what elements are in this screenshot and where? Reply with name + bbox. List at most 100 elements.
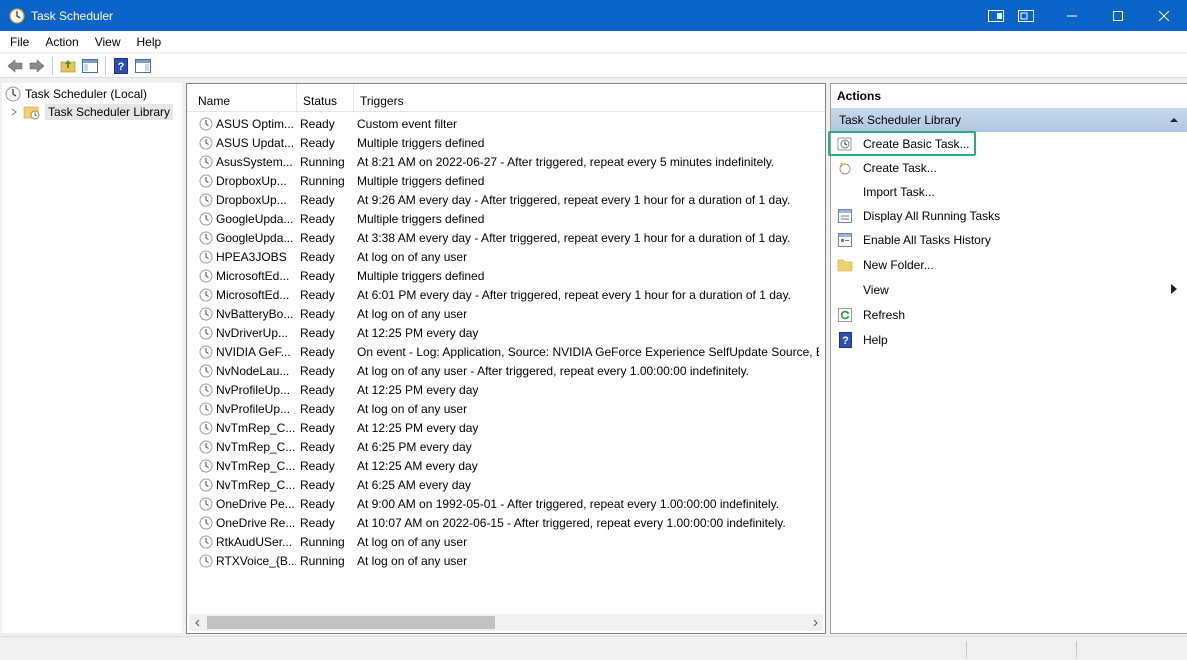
action-display-running-tasks[interactable]: Display All Running Tasks xyxy=(831,205,1187,227)
task-name: NvNodeLau... xyxy=(216,363,290,378)
minimize-button[interactable] xyxy=(1049,0,1095,31)
toolbar: ? xyxy=(0,54,1187,78)
action-enable-tasks-history[interactable]: Enable All Tasks History xyxy=(831,229,1187,251)
table-row[interactable]: NvTmRep_C... Ready At 12:25 AM every day xyxy=(187,456,819,475)
task-clock-icon xyxy=(199,421,213,434)
tree-root-label: Task Scheduler (Local) xyxy=(25,87,148,101)
table-row[interactable]: NvDriverUp... Ready At 12:25 PM every day xyxy=(187,323,819,342)
table-row[interactable]: OneDrive Pe... Ready At 9:00 AM on 1992-05… xyxy=(187,494,819,513)
table-row[interactable]: NVIDIA GeF... Ready On event - Log: Applic… xyxy=(187,342,819,361)
up-folder-icon[interactable] xyxy=(57,56,79,76)
task-status: Ready xyxy=(300,477,335,492)
back-arrow-icon[interactable] xyxy=(4,56,26,76)
menu-action[interactable]: Action xyxy=(37,31,86,53)
table-row[interactable]: NvTmRep_C... Ready At 6:25 AM every day xyxy=(187,475,819,494)
column-header-name[interactable]: Name xyxy=(192,83,297,112)
table-row[interactable]: GoogleUpda... Ready At 3:38 AM every day -… xyxy=(187,228,819,247)
window-title: Task Scheduler xyxy=(31,8,114,23)
task-clock-icon xyxy=(199,193,213,206)
status-divider xyxy=(1076,641,1077,657)
action-new-folder[interactable]: New Folder... xyxy=(831,254,1187,276)
table-row[interactable]: OneDrive Re... Ready At 10:07 AM on 2022-0… xyxy=(187,513,819,532)
console-tree: Task Scheduler (Local) Task Scheduler Li… xyxy=(2,83,182,633)
table-row[interactable]: MicrosoftEd... Ready At 6:01 PM every day … xyxy=(187,285,819,304)
task-clock-icon xyxy=(199,174,213,187)
task-status: Ready xyxy=(300,515,335,530)
task-name: ASUS Updat... xyxy=(216,135,295,150)
table-row[interactable]: NvNodeLau... Ready At log on of any user -… xyxy=(187,361,819,380)
menu-file[interactable]: File xyxy=(0,31,37,53)
task-status: Ready xyxy=(300,249,335,264)
action-refresh[interactable]: Refresh xyxy=(831,304,1187,326)
table-row[interactable]: NvTmRep_C... Ready At 12:25 PM every day xyxy=(187,418,819,437)
create-task-icon xyxy=(837,160,853,176)
action-create-task[interactable]: Create Task... xyxy=(831,157,1187,179)
tree-item-root[interactable]: Task Scheduler (Local) xyxy=(5,85,147,103)
table-row[interactable]: RTXVoice_{B... Running At log on of any us… xyxy=(187,551,819,570)
task-name: NvTmRep_C... xyxy=(216,439,296,454)
task-name: NvProfileUp... xyxy=(216,401,291,416)
submenu-arrow-icon xyxy=(1171,283,1177,297)
chevron-right-icon[interactable] xyxy=(9,107,19,117)
menu-help[interactable]: Help xyxy=(129,31,170,53)
action-import-task[interactable]: Import Task... xyxy=(831,181,1187,203)
column-header-status[interactable]: Status xyxy=(297,83,354,112)
table-row[interactable]: NvProfileUp... Ready At log on of any user xyxy=(187,399,819,418)
task-triggers: At 8:21 AM on 2022-06-27 - After trigger… xyxy=(357,154,775,169)
table-row[interactable]: NvBatteryBo... Ready At log on of any user xyxy=(187,304,819,323)
table-row[interactable]: MicrosoftEd... Ready Multiple triggers def… xyxy=(187,266,819,285)
task-status: Ready xyxy=(300,268,335,283)
status-divider xyxy=(966,641,967,657)
task-triggers: At 12:25 PM every day xyxy=(357,382,479,397)
task-clock-icon xyxy=(199,383,213,396)
forward-arrow-icon[interactable] xyxy=(26,56,48,76)
help-icon[interactable]: ? xyxy=(110,56,132,76)
task-status: Ready xyxy=(300,439,335,454)
action-label: New Folder... xyxy=(863,258,934,272)
task-name: DropboxUp... xyxy=(216,192,287,207)
scrollbar-thumb[interactable] xyxy=(207,616,495,629)
action-view[interactable]: View xyxy=(831,279,1187,301)
highlight-box xyxy=(828,131,976,156)
column-header-triggers[interactable]: Triggers xyxy=(354,84,824,112)
scroll-left-icon[interactable] xyxy=(189,614,206,631)
collapse-up-icon[interactable] xyxy=(1169,108,1179,132)
tree-item-library[interactable]: Task Scheduler Library xyxy=(9,103,174,121)
clock-icon xyxy=(5,86,21,102)
task-triggers: At 9:26 AM every day - After triggered, … xyxy=(357,192,791,207)
actions-section-header[interactable]: Task Scheduler Library xyxy=(831,108,1187,132)
table-row[interactable]: RtkAudUSer... Running At log on of any use… xyxy=(187,532,819,551)
menu-view[interactable]: View xyxy=(87,31,129,53)
horizontal-scrollbar[interactable] xyxy=(189,614,823,631)
task-status: Ready xyxy=(300,496,335,511)
table-row[interactable]: DropboxUp... Ready At 9:26 AM every day - … xyxy=(187,190,819,209)
task-clock-icon xyxy=(199,136,213,149)
table-row[interactable]: AsusSystem... Running At 8:21 AM on 2022-0… xyxy=(187,152,819,171)
table-row[interactable]: ASUS Optim... Ready Custom event filter xyxy=(187,114,819,133)
table-row[interactable]: HPEA3JOBS Ready At log on of any user xyxy=(187,247,819,266)
task-clock-icon xyxy=(199,250,213,263)
task-clock-icon xyxy=(199,478,213,491)
task-triggers: At log on of any user xyxy=(357,249,468,264)
show-hide-action-pane-icon[interactable] xyxy=(132,56,154,76)
table-row[interactable]: DropboxUp... Running Multiple triggers def… xyxy=(187,171,819,190)
table-row[interactable]: NvProfileUp... Ready At 12:25 PM every day xyxy=(187,380,819,399)
task-name: MicrosoftEd... xyxy=(216,287,290,302)
task-status: Ready xyxy=(300,382,335,397)
maximize-button[interactable] xyxy=(1095,0,1141,31)
close-button[interactable] xyxy=(1141,0,1187,31)
restore-panel-icon[interactable] xyxy=(1011,0,1041,31)
snap-icon[interactable] xyxy=(981,0,1011,31)
action-label: Create Task... xyxy=(863,161,937,175)
action-help[interactable]: ? Help xyxy=(831,329,1187,351)
table-row[interactable]: NvTmRep_C... Ready At 6:25 PM every day xyxy=(187,437,819,456)
task-status: Ready xyxy=(300,287,335,302)
menu-bar: File Action View Help xyxy=(0,31,1187,53)
task-status: Ready xyxy=(300,420,335,435)
table-row[interactable]: GoogleUpda... Ready Multiple triggers defi… xyxy=(187,209,819,228)
scroll-right-icon[interactable] xyxy=(806,614,823,631)
table-row[interactable]: ASUS Updat... Ready Multiple triggers defi… xyxy=(187,133,819,152)
task-clock-icon xyxy=(199,326,213,339)
task-clock-icon xyxy=(199,459,213,472)
show-hide-console-tree-icon[interactable] xyxy=(79,56,101,76)
